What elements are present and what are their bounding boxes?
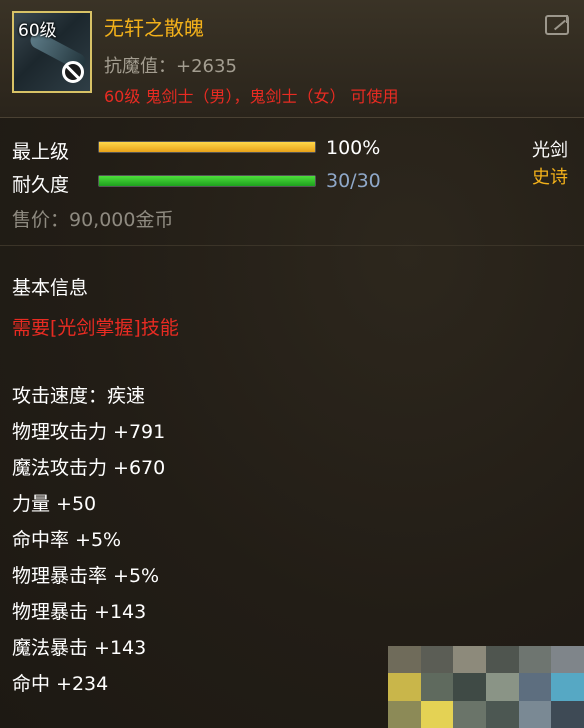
skill-requirement: 需要[光剑掌握]技能 [12,317,179,339]
item-header: 60级 无轩之散魄 抗魔值：+2635 60级 鬼剑士（男），鬼剑士（女） 可使… [0,0,584,118]
durability-value: 30/30 [326,170,381,192]
stat-physical-attack: 物理攻击力 +791 [12,421,166,443]
stat-strength: 力量 +50 [12,493,97,515]
stat-hit-rate: 命中率 +5% [12,529,122,551]
grade-label: 最上级 [12,141,70,163]
share-icon[interactable] [545,15,569,35]
usable-classes: 60级 鬼剑士（男），鬼剑士（女） 可使用 [104,87,399,106]
item-tooltip: 60级 无轩之散魄 抗魔值：+2635 60级 鬼剑士（男），鬼剑士（女） 可使… [0,0,584,728]
stat-physical-crit-rate: 物理暴击率 +5% [12,565,160,587]
durability-bar-fill [99,176,315,186]
item-icon[interactable]: 60级 [12,11,92,93]
grade-value: 100% [326,137,381,159]
magic-resist: 抗魔值：+2635 [104,56,237,77]
divider [0,245,584,246]
basic-info-title: 基本信息 [12,277,89,299]
stat-hit: 命中 +234 [12,673,109,695]
pixelated-overlay [388,646,584,728]
stat-magic-crit: 魔法暴击 +143 [12,637,147,659]
grade-bar [98,141,316,153]
stat-attack-speed: 攻击速度：疾速 [12,385,146,407]
rarity: 史诗 [532,167,568,188]
stat-physical-crit: 物理暴击 +143 [12,601,147,623]
durability-bar [98,175,316,187]
sell-price: 售价：90,000金币 [12,209,174,231]
stat-magic-attack: 魔法攻击力 +670 [12,457,166,479]
grade-bar-fill [99,142,315,152]
stat-list: 攻击速度：疾速 物理攻击力 +791 魔法攻击力 +670 力量 +50 命中率… [12,384,165,708]
item-level-tag: 60级 [18,21,57,41]
unavailable-icon [62,61,84,83]
item-name: 无轩之散魄 [104,16,204,40]
weapon-type: 光剑 [532,140,568,161]
durability-label: 耐久度 [12,174,70,196]
